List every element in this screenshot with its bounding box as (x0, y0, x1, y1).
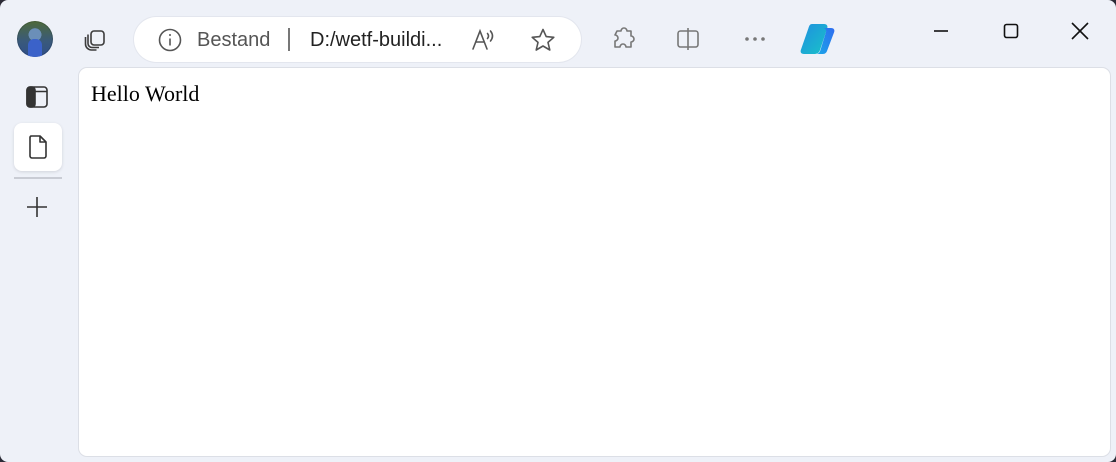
address-separator (288, 28, 290, 51)
title-bar: Bestand D:/wetf-buildi... (0, 0, 1116, 68)
more-icon[interactable] (740, 24, 770, 54)
site-info-label[interactable]: Bestand (197, 29, 270, 51)
vertical-tabs-sidebar (0, 68, 78, 462)
plus-icon[interactable] (22, 192, 52, 222)
url-text[interactable]: D:/wetf-buildi... (310, 29, 442, 51)
browser-window: Bestand D:/wetf-buildi... Hello World (0, 0, 1116, 462)
maximize-icon[interactable] (988, 14, 1034, 48)
address-bar[interactable]: Bestand D:/wetf-buildi... (134, 17, 581, 62)
page-body-text: Hello World (91, 81, 200, 106)
star-icon[interactable] (530, 27, 556, 53)
page-content: Hello World (79, 68, 1110, 456)
profile-avatar[interactable] (17, 21, 53, 57)
tabs-panel-icon[interactable] (22, 82, 52, 112)
info-icon[interactable] (158, 28, 182, 52)
tab-actions-icon[interactable] (78, 22, 112, 56)
puzzle-icon[interactable] (608, 24, 638, 54)
sidebar-divider (14, 177, 62, 179)
copilot-icon[interactable] (798, 20, 838, 58)
read-aloud-icon[interactable] (470, 27, 496, 53)
minimize-icon[interactable] (918, 14, 964, 48)
split-screen-icon[interactable] (673, 24, 703, 54)
close-icon[interactable] (1057, 14, 1103, 48)
active-tab[interactable] (14, 123, 62, 171)
page-icon (29, 135, 47, 159)
